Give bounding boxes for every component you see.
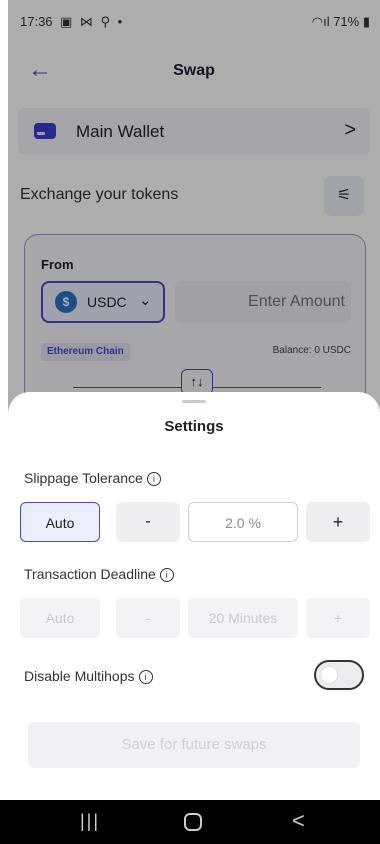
app-screen: 17:36 ▣ ⋈ ⚲ • ◠ıl 71% ▮ ← Swap Main Wall…	[8, 0, 380, 800]
save-settings-button[interactable]: Save for future swaps	[28, 722, 360, 768]
deadline-label-row: Transaction Deadline i	[24, 566, 174, 582]
slippage-increase-button[interactable]: +	[306, 502, 370, 542]
slippage-input[interactable]: 2.0 %	[188, 502, 298, 542]
slippage-label: Slippage Tolerance	[24, 470, 143, 486]
multihops-label: Disable Multihops	[24, 668, 135, 684]
multihops-toggle[interactable]	[314, 660, 364, 690]
slippage-decrease-button[interactable]: -	[116, 502, 180, 542]
info-icon[interactable]: i	[159, 568, 174, 582]
deadline-input[interactable]: 20 Minutes	[188, 598, 298, 638]
settings-sheet: Settings Slippage Tolerance i Auto - 2.0 …	[8, 392, 380, 800]
back-icon[interactable]: <	[292, 808, 305, 834]
android-nav-bar: ||| <	[0, 800, 380, 844]
deadline-auto-button[interactable]: Auto	[20, 598, 100, 638]
info-icon[interactable]: i	[138, 670, 153, 684]
multihops-label-row: Disable Multihops i	[24, 668, 153, 684]
recent-apps-icon[interactable]: |||	[80, 811, 100, 832]
slippage-label-row: Slippage Tolerance i	[24, 470, 161, 486]
settings-title: Settings	[164, 418, 224, 435]
info-icon[interactable]: i	[146, 472, 161, 486]
toggle-knob	[320, 666, 338, 684]
sheet-drag-handle[interactable]	[182, 400, 206, 403]
deadline-decrease-button[interactable]: -	[116, 598, 180, 638]
deadline-increase-button[interactable]: +	[306, 598, 370, 638]
deadline-label: Transaction Deadline	[24, 566, 156, 582]
slippage-auto-button[interactable]: Auto	[20, 502, 100, 542]
home-icon[interactable]	[184, 813, 202, 831]
